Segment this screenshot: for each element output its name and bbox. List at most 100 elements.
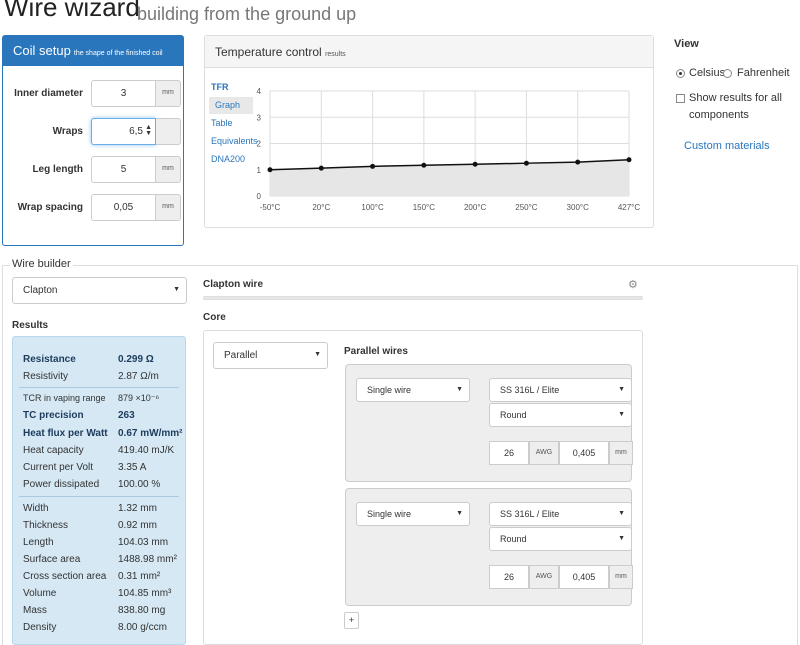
result-resistance: Resistance 0.299 Ω xyxy=(23,354,173,365)
result-volume: Volume 104.85 mm³ xyxy=(23,588,173,599)
chevron-down-icon: ▼ xyxy=(456,386,463,393)
x-tick-label: 20°C xyxy=(312,203,330,212)
coil-setup-title: Coil setup xyxy=(13,43,71,58)
current-label: Current per Volt xyxy=(23,462,94,473)
leg-length-input[interactable]: 5 xyxy=(91,156,156,183)
wire-1-type-value: Single wire xyxy=(367,385,412,395)
mass-value: 838.80 mg xyxy=(118,605,166,616)
gear-icon[interactable]: ⚙ xyxy=(628,278,638,291)
thickness-label: Thickness xyxy=(23,520,69,531)
resistance-value: 0.299 Ω xyxy=(118,354,154,365)
celsius-radio[interactable] xyxy=(676,69,685,78)
view-title: View xyxy=(674,38,699,50)
custom-materials-link[interactable]: Custom materials xyxy=(684,140,770,152)
result-cross-section: Cross section area 0.31 mm² xyxy=(23,571,173,582)
result-thickness: Thickness 0.92 mm xyxy=(23,520,173,531)
mass-label: Mass xyxy=(23,605,47,616)
wire-2-gauge-input[interactable]: 26 xyxy=(489,565,529,589)
wire-type-select[interactable]: Clapton ▼ xyxy=(12,277,187,304)
power-label: Power dissipated xyxy=(23,479,100,490)
parallel-wire-1: Single wire ▼ SS 316L / Elite ▼ Round ▼ … xyxy=(345,364,633,482)
length-value: 104.03 mm xyxy=(118,537,169,548)
wire-2-material-select[interactable]: SS 316L / Elite ▼ xyxy=(489,502,632,526)
density-label: Density xyxy=(23,622,57,633)
wraps-label: Wraps xyxy=(52,126,83,137)
width-value: 1.32 mm xyxy=(118,503,157,514)
result-surface: Surface area 1488.98 mm² xyxy=(23,554,177,565)
results-divider xyxy=(19,496,179,497)
leg-length-unit: mm xyxy=(156,156,181,183)
wire-2-type-select[interactable]: Single wire ▼ xyxy=(356,502,470,526)
clapton-divider xyxy=(203,296,643,300)
x-tick-label: 100°C xyxy=(361,203,384,212)
wire-1-diameter-input[interactable]: 0,405 xyxy=(559,441,609,465)
data-point xyxy=(267,167,273,173)
resistivity-value: 2.87 Ω/m xyxy=(118,371,159,382)
show-all-label-line2: components xyxy=(689,109,749,121)
core-type-value: Parallel xyxy=(224,350,258,361)
add-wire-button[interactable]: + xyxy=(344,612,359,629)
wire-1-gauge-unit: AWG xyxy=(529,441,559,465)
results-panel: Resistance 0.299 Ω Resistivity 2.87 Ω/m TC… xyxy=(12,336,186,645)
cross-section-value: 0.31 mm² xyxy=(118,571,161,582)
wraps-input[interactable]: 6,5 ▲ ▼ xyxy=(91,118,156,145)
result-tcr: TCR in vaping range 879 ×10⁻⁶ xyxy=(23,393,173,403)
density-value: 8.00 g/ccm xyxy=(118,622,167,633)
wire-2-shape-select[interactable]: Round ▼ xyxy=(489,527,632,551)
wire-1-diameter-unit: mm xyxy=(609,441,633,465)
show-all-label-line1: Show results for all xyxy=(689,92,782,104)
data-point xyxy=(421,162,427,168)
chevron-down-icon: ▼ xyxy=(456,510,463,517)
wrap-spacing-unit: mm xyxy=(156,194,181,221)
heat-flux-value: 0.67 mW/mm² xyxy=(118,428,183,439)
current-value: 3.35 A xyxy=(118,462,147,473)
wire-1-type-select[interactable]: Single wire ▼ xyxy=(356,378,470,402)
temperature-control-panel: Temperature control results TFR Graph Ta… xyxy=(204,35,654,228)
results-label: Results xyxy=(12,320,49,331)
wire-1-gauge-input[interactable]: 26 xyxy=(489,441,529,465)
inner-diameter-label: Inner diameter xyxy=(14,88,83,99)
page-subtitle: building from the ground up xyxy=(137,4,357,24)
wire-builder-legend: Wire builder xyxy=(10,258,73,270)
data-point xyxy=(626,157,632,163)
core-label: Core xyxy=(203,312,226,323)
wire-2-type-value: Single wire xyxy=(367,509,412,519)
result-length: Length 104.03 mm xyxy=(23,537,173,548)
result-density: Density 8.00 g/ccm xyxy=(23,622,173,633)
x-tick-label: -50°C xyxy=(260,203,281,212)
show-all-checkbox[interactable] xyxy=(676,94,685,103)
core-type-select[interactable]: Parallel ▼ xyxy=(213,342,328,369)
result-tc-precision: TC precision 263 xyxy=(23,410,173,421)
results-divider xyxy=(19,387,179,388)
wrap-spacing-input[interactable]: 0,05 xyxy=(91,194,156,221)
result-power: Power dissipated 100.00 % xyxy=(23,479,173,490)
power-value: 100.00 % xyxy=(118,479,161,490)
coil-setup-panel: Coil setup the shape of the finished coi… xyxy=(2,35,184,246)
x-tick-label: 200°C xyxy=(464,203,487,212)
chevron-down-icon: ▼ xyxy=(314,351,321,358)
parallel-wire-2: Single wire ▼ SS 316L / Elite ▼ Round ▼ … xyxy=(345,488,633,606)
y-tick-label: 0 xyxy=(257,192,262,201)
x-tick-label: 300°C xyxy=(567,203,590,212)
chevron-down-icon: ▼ xyxy=(618,510,625,517)
fahrenheit-radio[interactable] xyxy=(723,69,732,78)
inner-diameter-input[interactable]: 3 xyxy=(91,80,156,107)
heat-capacity-label: Heat capacity xyxy=(23,445,84,456)
chevron-down-icon: ▼ xyxy=(618,411,625,418)
wire-1-shape-select[interactable]: Round ▼ xyxy=(489,403,632,427)
length-label: Length xyxy=(23,537,54,548)
fahrenheit-label: Fahrenheit xyxy=(737,67,790,79)
core-panel: Parallel ▼ Parallel wires Single wire ▼ … xyxy=(203,330,643,645)
wire-2-diameter-input[interactable]: 0,405 xyxy=(559,565,609,589)
spinner-icon[interactable]: ▲ ▼ xyxy=(145,124,152,137)
width-label: Width xyxy=(23,503,49,514)
y-tick-label: 4 xyxy=(257,87,262,96)
clapton-wire-label: Clapton wire xyxy=(203,279,264,290)
result-current: Current per Volt 3.35 A xyxy=(23,462,173,473)
tc-precision-value: 263 xyxy=(118,410,135,421)
data-point xyxy=(370,163,376,169)
wire-1-shape-value: Round xyxy=(500,410,527,420)
result-width: Width 1.32 mm xyxy=(23,503,173,514)
wire-1-material-select[interactable]: SS 316L / Elite ▼ xyxy=(489,378,632,402)
data-point xyxy=(575,159,581,165)
